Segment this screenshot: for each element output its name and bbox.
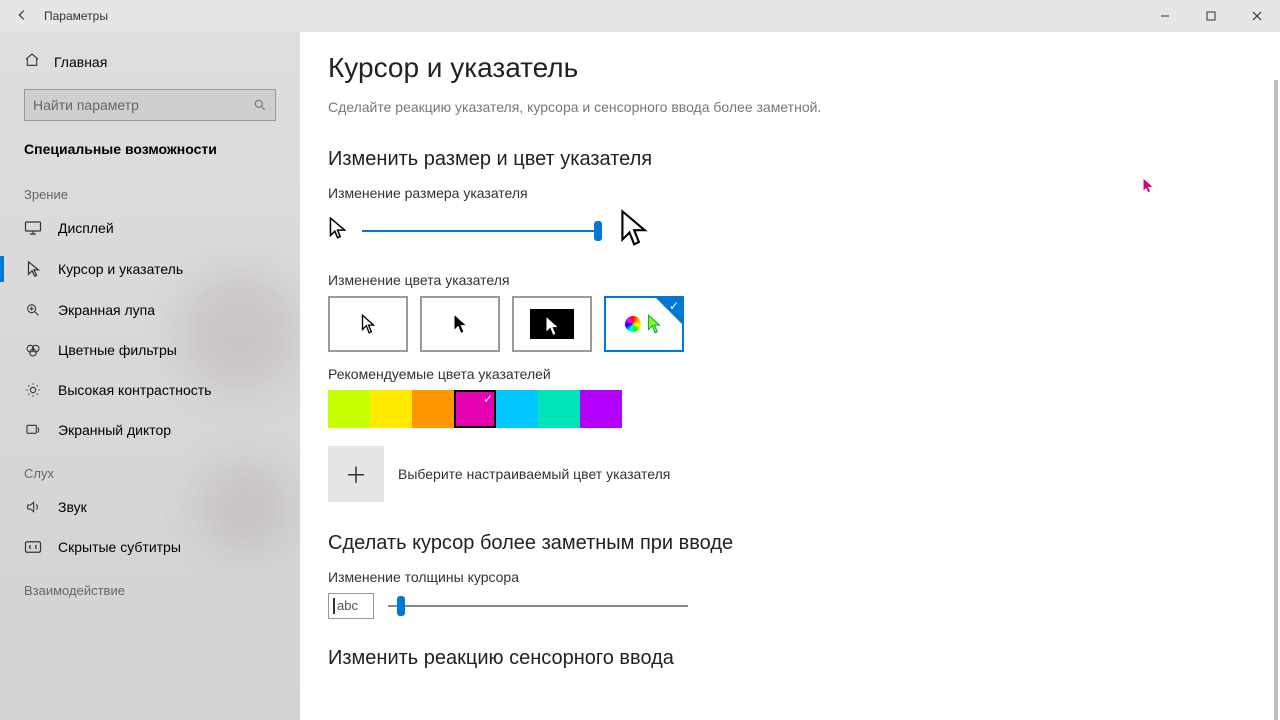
window-title: Параметры xyxy=(44,9,108,23)
preview-pink-cursor-icon xyxy=(1142,178,1154,197)
zoom-icon xyxy=(24,302,42,318)
group-label-interaction: Взаимодействие xyxy=(0,567,300,604)
color-swatch-3[interactable]: ✓ xyxy=(454,390,496,428)
pointer-large-icon xyxy=(618,209,648,254)
home-icon xyxy=(24,52,40,71)
cursor-icon xyxy=(24,260,42,278)
pointer-small-icon xyxy=(328,217,346,246)
monitor-icon xyxy=(24,220,42,236)
page-subtitle: Сделайте реакцию указателя, курсора и се… xyxy=(328,98,848,118)
sidebar-section: Специальные возможности xyxy=(0,135,300,171)
sidebar-item-audio[interactable]: Звук xyxy=(0,487,300,527)
pointer-style-inverted[interactable] xyxy=(512,296,592,352)
speaker-icon xyxy=(24,499,42,515)
color-swatch-1[interactable] xyxy=(370,390,412,428)
color-swatch-4[interactable] xyxy=(496,390,538,428)
pointer-size-label: Изменение размера указателя xyxy=(328,185,1252,201)
color-swatch-2[interactable] xyxy=(412,390,454,428)
page-title: Курсор и указатель xyxy=(328,52,1252,84)
sidebar-item-label: Цветные фильтры xyxy=(58,342,177,358)
custom-color-label: Выберите настраиваемый цвет указателя xyxy=(398,466,670,482)
section-cursor-visibility: Сделать курсор более заметным при вводе xyxy=(328,532,1252,555)
content-area: Курсор и указатель Сделайте реакцию указ… xyxy=(300,32,1280,720)
sidebar-item-label: Дисплей xyxy=(58,220,114,236)
sidebar-item-label: Высокая контрастность xyxy=(58,382,211,398)
section-size-color: Изменить размер и цвет указателя xyxy=(328,148,1252,171)
thickness-preview: abc xyxy=(328,593,374,619)
cursor-thickness-slider[interactable] xyxy=(388,594,688,618)
group-label-vision: Зрение xyxy=(0,171,300,208)
color-swatch-0[interactable] xyxy=(328,390,370,428)
sidebar-item-display[interactable]: Дисплей xyxy=(0,208,300,248)
palette-icon xyxy=(24,342,42,358)
custom-color-row: ＋ Выберите настраиваемый цвет указателя xyxy=(328,446,1252,502)
color-swatch-5[interactable] xyxy=(538,390,580,428)
sidebar-item-label: Экранный диктор xyxy=(58,422,171,438)
pointer-style-black[interactable] xyxy=(420,296,500,352)
settings-window: Параметры Главная Найти параметр Спе xyxy=(0,0,1280,720)
section-touch: Изменить реакцию сенсорного ввода xyxy=(328,647,1252,670)
sidebar-item-magnifier[interactable]: Экранная лупа xyxy=(0,290,300,330)
search-input[interactable]: Найти параметр xyxy=(24,89,276,121)
sidebar-item-label: Звук xyxy=(58,499,87,515)
sidebar-item-cursor[interactable]: Курсор и указатель xyxy=(0,248,300,290)
sidebar-item-contrast[interactable]: Высокая контрастность xyxy=(0,370,300,410)
sidebar-item-captions[interactable]: Скрытые субтитры xyxy=(0,527,300,567)
pointer-style-tiles: ✓ xyxy=(328,296,1252,352)
check-icon: ✓ xyxy=(483,392,493,406)
sidebar-item-label: Экранная лупа xyxy=(58,302,155,318)
back-button[interactable] xyxy=(0,8,44,25)
check-icon: ✓ xyxy=(669,299,679,313)
add-custom-color-button[interactable]: ＋ xyxy=(328,446,384,502)
sidebar-item-label: Курсор и указатель xyxy=(58,261,183,277)
cursor-thickness-row: abc xyxy=(328,593,1252,619)
sidebar-home-label: Главная xyxy=(54,54,107,70)
search-icon xyxy=(253,98,267,112)
sidebar-home[interactable]: Главная xyxy=(0,42,300,81)
color-wheel-icon xyxy=(625,316,641,332)
narrator-icon xyxy=(24,422,42,438)
sidebar: Главная Найти параметр Специальные возмо… xyxy=(0,32,300,720)
sidebar-item-filters[interactable]: Цветные фильтры xyxy=(0,330,300,370)
minimize-button[interactable] xyxy=(1142,0,1188,32)
recommended-colors: ✓ xyxy=(328,390,1252,428)
maximize-button[interactable] xyxy=(1188,0,1234,32)
pointer-size-slider[interactable] xyxy=(362,219,602,243)
pointer-style-custom[interactable]: ✓ xyxy=(604,296,684,352)
search-placeholder: Найти параметр xyxy=(33,97,253,113)
color-swatch-6[interactable] xyxy=(580,390,622,428)
contrast-icon xyxy=(24,382,42,398)
recommended-colors-label: Рекомендуемые цвета указателей xyxy=(328,366,1252,382)
thickness-label: Изменение толщины курсора xyxy=(328,569,1252,585)
cc-icon xyxy=(24,540,42,554)
pointer-style-white[interactable] xyxy=(328,296,408,352)
scrollbar[interactable] xyxy=(1274,80,1278,720)
text-caret-icon xyxy=(333,598,335,614)
close-button[interactable] xyxy=(1234,0,1280,32)
pointer-color-label: Изменение цвета указателя xyxy=(328,272,1252,288)
pointer-size-row xyxy=(328,209,1252,254)
sidebar-item-label: Скрытые субтитры xyxy=(58,539,181,555)
titlebar: Параметры xyxy=(0,0,1280,32)
sidebar-item-narrator[interactable]: Экранный диктор xyxy=(0,410,300,450)
